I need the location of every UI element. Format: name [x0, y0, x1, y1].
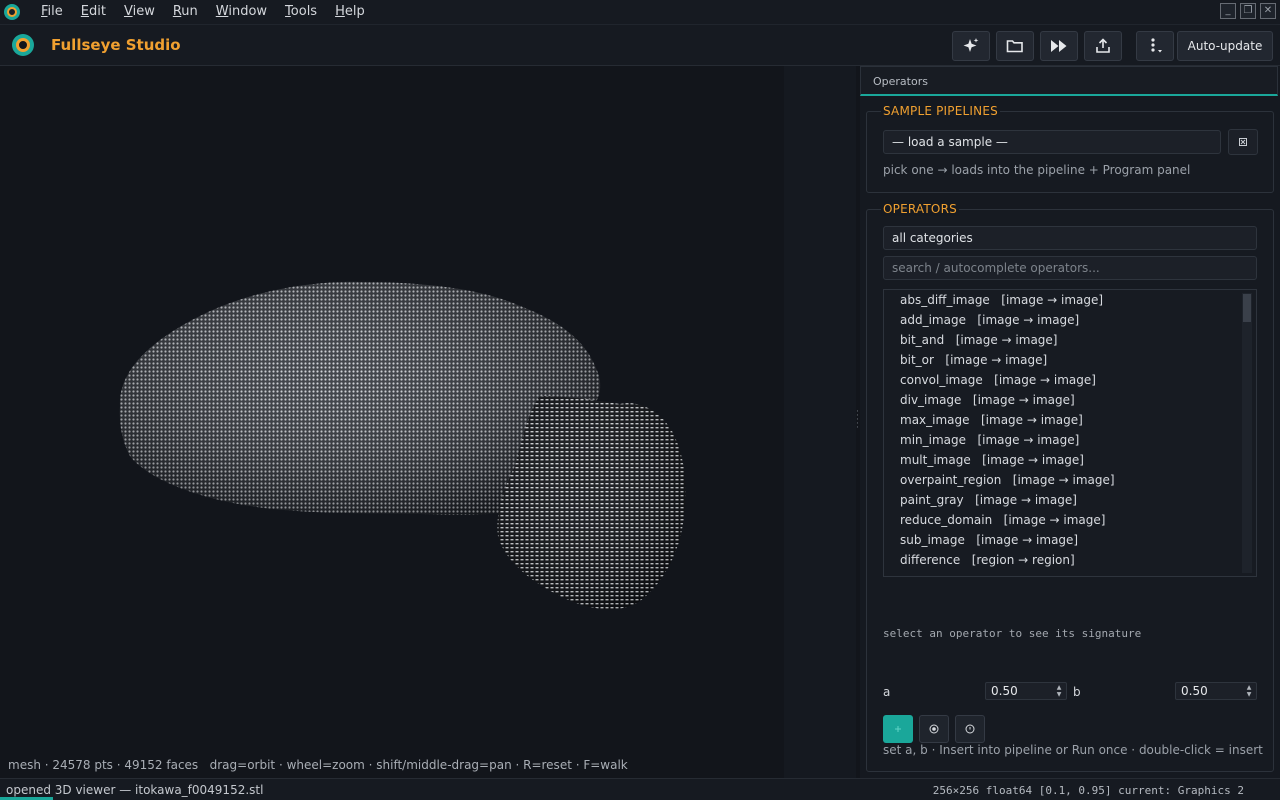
status-bar: opened 3D viewer — itokawa_f0049152.stl … [0, 778, 1280, 800]
sample-pipelines-group: SAMPLE PIPELINES — load a sample — pick … [866, 104, 1274, 193]
list-item[interactable]: convol_image [image → image] [884, 370, 1256, 390]
run-once-button[interactable] [919, 715, 949, 743]
sparkle-icon [963, 38, 979, 52]
insert-button[interactable] [883, 715, 913, 743]
export-icon [1096, 38, 1110, 53]
list-item[interactable]: abs_diff_image [image → image] [884, 290, 1256, 310]
info-button[interactable] [955, 715, 985, 743]
folder-open-icon [1006, 40, 1023, 53]
list-item[interactable]: bit_and [image → image] [884, 330, 1256, 350]
viewer-margin [784, 66, 856, 778]
app-logo-icon [12, 34, 34, 56]
list-item[interactable]: reduce_domain [image → image] [884, 510, 1256, 530]
list-item[interactable]: paint_gray [image → image] [884, 490, 1256, 510]
menu-view[interactable]: View [115, 0, 164, 24]
operators-title: OPERATORS [881, 202, 959, 216]
sample-pipeline-select[interactable]: — load a sample — [883, 130, 1221, 154]
image-info: 256×256 float64 [0.1, 0.95] current: Gra… [932, 784, 1244, 797]
3d-viewer[interactable] [0, 66, 784, 778]
auto-update-button[interactable]: Auto-update [1177, 31, 1273, 61]
app-logo-icon [4, 4, 20, 20]
param-a-label: a [883, 685, 891, 699]
stepper-arrows-icon[interactable]: ▲ ▼ [1244, 684, 1254, 698]
list-item[interactable]: sub_image [image → image] [884, 530, 1256, 550]
param-a-spinbox[interactable]: 0.50 ▲ ▼ [985, 682, 1067, 700]
more-menu-button[interactable] [1136, 31, 1174, 61]
maximize-icon[interactable]: ❐ [1240, 3, 1256, 19]
operator-signature: select an operator to see its signature [883, 627, 1142, 640]
ai-assist-button[interactable] [952, 31, 990, 61]
menu-edit[interactable]: Edit [72, 0, 115, 24]
menu-window[interactable]: Window [207, 0, 276, 24]
operators-group: OPERATORS all categories search / autoco… [866, 202, 1274, 772]
app-title: Fullseye Studio [51, 36, 181, 54]
list-item[interactable]: mult_image [image → image] [884, 450, 1256, 470]
sample-pipelines-hint: pick one → loads into the pipeline + Pro… [883, 163, 1191, 177]
viewer-hint: mesh · 24578 pts · 49152 faces drag=orbi… [8, 758, 628, 772]
menu-bar: File Edit View Run Window Tools Help _ ❐… [0, 0, 1280, 24]
scrollbar-thumb[interactable] [1243, 294, 1251, 322]
list-item[interactable]: min_image [image → image] [884, 430, 1256, 450]
operator-list[interactable]: abs_diff_image [image → image] add_image… [883, 289, 1257, 577]
clock-icon [965, 724, 975, 734]
menu-tools[interactable]: Tools [276, 0, 326, 24]
category-select[interactable]: all categories [883, 226, 1257, 250]
operators-panel: Operators SAMPLE PIPELINES — load a samp… [860, 66, 1280, 778]
menu-run[interactable]: Run [164, 0, 207, 24]
list-item[interactable]: add_image [image → image] [884, 310, 1256, 330]
menu-file[interactable]: File [32, 0, 72, 24]
list-item[interactable]: difference [region → region] [884, 550, 1256, 570]
more-menu-icon [1151, 38, 1162, 53]
operator-search-input[interactable]: search / autocomplete operators... [883, 256, 1257, 280]
list-item[interactable]: overpaint_region [image → image] [884, 470, 1256, 490]
param-b-label: b [1073, 685, 1081, 699]
stepper-arrows-icon[interactable]: ▲ ▼ [1054, 684, 1064, 698]
plus-icon [895, 726, 901, 732]
operators-footer-hint: set a, b · Insert into pipeline or Run o… [883, 743, 1263, 757]
fast-forward-icon [1051, 40, 1067, 52]
title-bar: Fullseye Studio Auto-update [0, 24, 1280, 66]
sample-pipelines-title: SAMPLE PIPELINES [881, 104, 1000, 118]
minimize-icon[interactable]: _ [1220, 3, 1236, 19]
close-icon[interactable]: ✕ [1260, 3, 1276, 19]
list-item[interactable]: bit_or [image → image] [884, 350, 1256, 370]
status-message: opened 3D viewer — itokawa_f0049152.stl [6, 783, 264, 797]
load-sample-button[interactable] [1228, 129, 1258, 155]
list-item[interactable]: div_image [image → image] [884, 390, 1256, 410]
open-folder-button[interactable] [996, 31, 1034, 61]
run-all-button[interactable] [1040, 31, 1078, 61]
operator-list-scrollbar[interactable] [1242, 293, 1252, 573]
list-item[interactable]: max_image [image → image] [884, 410, 1256, 430]
close-icon [1239, 138, 1247, 146]
param-b-spinbox[interactable]: 0.50 ▲ ▼ [1175, 682, 1257, 700]
target-icon [929, 724, 939, 734]
export-button[interactable] [1084, 31, 1122, 61]
asteroid-mesh-render[interactable] [0, 66, 784, 778]
menu-help[interactable]: Help [326, 0, 374, 24]
tab-operators[interactable]: Operators [860, 66, 1278, 96]
